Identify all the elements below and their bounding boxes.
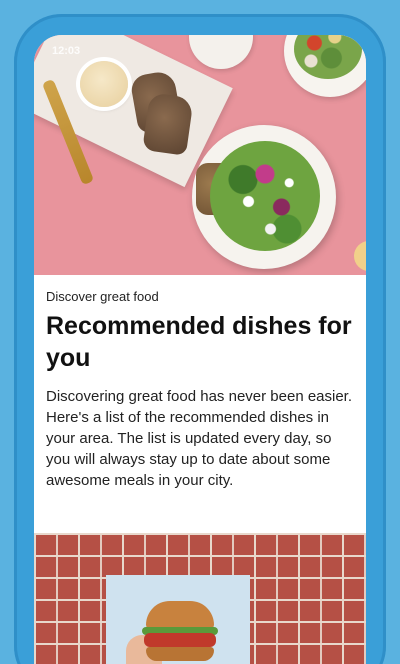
bread-slice: [142, 92, 194, 156]
burger-bun-top: [146, 601, 214, 629]
article-eyebrow: Discover great food: [46, 289, 159, 304]
burger-patty: [144, 633, 216, 647]
salad-plate-main: [192, 125, 336, 269]
burger-bun-bottom: [146, 647, 214, 661]
article-body: Discovering great food has never been ea…: [46, 388, 353, 489]
article-card[interactable]: Discover great food Recommended dishes f…: [34, 275, 366, 533]
app-screen: 12:03 Discover great food Recommended di…: [34, 35, 366, 664]
salad: [294, 35, 362, 79]
small-plate: [189, 35, 253, 69]
butter-bowl: [80, 61, 128, 107]
hero-food-image: 12:03: [34, 35, 366, 275]
cup-edge: [354, 241, 366, 271]
burger-photo: [106, 575, 250, 664]
status-bar-time: 12:03: [52, 45, 81, 57]
burger-image-card[interactable]: [34, 533, 366, 664]
article-title: Recommended dishes for you: [46, 312, 352, 372]
salad: [210, 141, 320, 251]
salad-plate-top: [284, 35, 366, 97]
